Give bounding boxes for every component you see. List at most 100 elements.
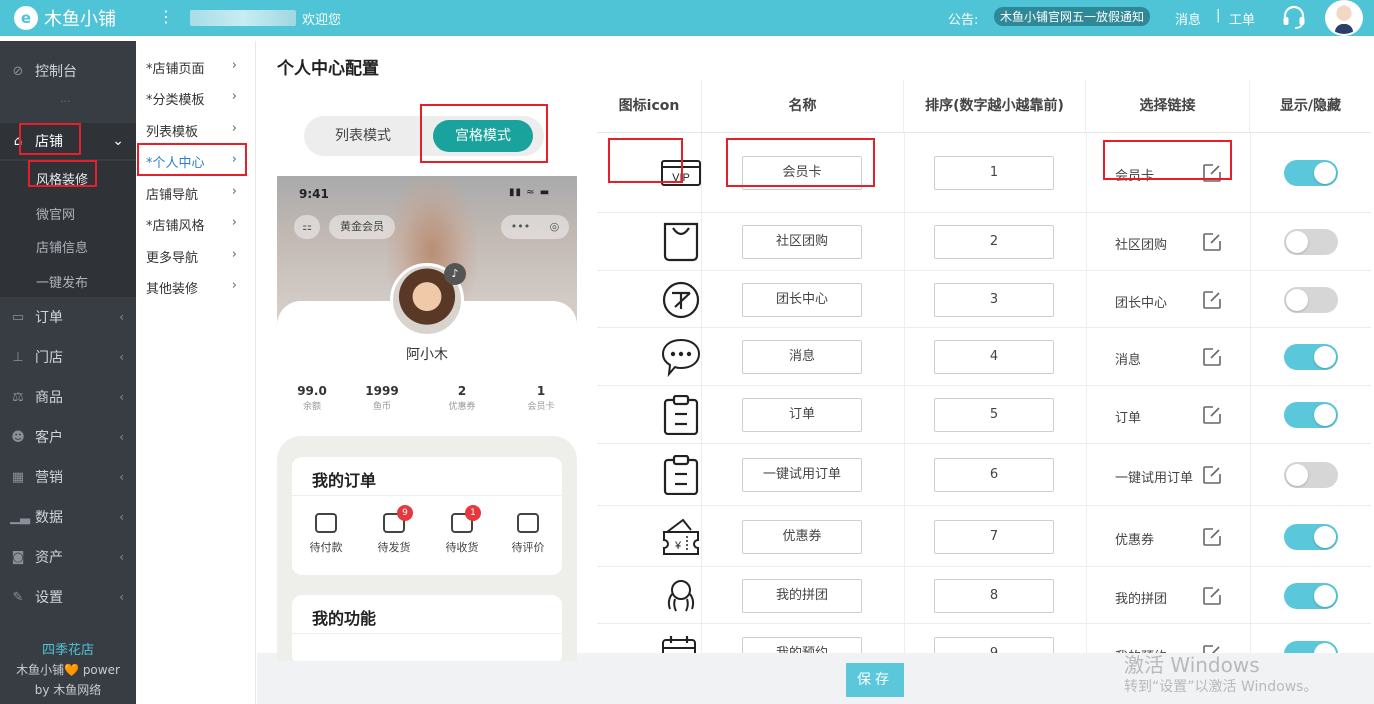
calendar-icon[interactable]: [629, 634, 696, 653]
name-input[interactable]: 一键试用订单: [742, 458, 862, 492]
my-orders-title: 我的订单: [312, 471, 377, 490]
subnav-item-list-template[interactable]: 列表模板 ›: [146, 121, 251, 140]
qrcode-icon[interactable]: ⚏: [294, 215, 320, 239]
brand-logo[interactable]: e 木鱼小铺: [14, 5, 116, 31]
user-avatar[interactable]: [1325, 0, 1363, 36]
edit-link-icon[interactable]: [1202, 232, 1222, 256]
group-icon[interactable]: [629, 575, 695, 615]
my-functions-card: 我的功能: [292, 595, 562, 661]
visibility-toggle[interactable]: [1284, 462, 1338, 488]
menu-toggle-icon[interactable]: ⋮: [158, 8, 174, 26]
power-text: 木鱼小铺🧡 power: [16, 663, 120, 677]
subnav-item-category[interactable]: *分类模板 ›: [146, 89, 251, 108]
sort-input[interactable]: 9: [934, 637, 1054, 653]
stat-member-card[interactable]: 1 会员卡: [506, 384, 576, 412]
sidebar-item-settings[interactable]: ✎ 设置 ‹: [0, 579, 136, 615]
name-input[interactable]: 订单: [742, 398, 862, 432]
table-row: VIP 会员卡 1 会员卡: [597, 133, 1371, 213]
visibility-toggle[interactable]: [1284, 523, 1338, 550]
edit-link-icon[interactable]: [1202, 290, 1222, 314]
name-input[interactable]: 我的拼团: [742, 578, 862, 613]
shop-name: 四季花店: [41, 643, 94, 658]
header-link: 选择链接: [1086, 80, 1250, 133]
icon-cell: [597, 213, 702, 270]
activation-watermark-text: 转到“设置”以激活 Windows。: [1124, 679, 1318, 695]
tickets-link[interactable]: 工单: [1229, 9, 1255, 28]
stat-coupons[interactable]: 2 优惠券: [427, 384, 497, 412]
sidebar-sub-microsite[interactable]: 微官网: [36, 204, 75, 223]
sidebar-item-customers[interactable]: ☻ 客户 ‹: [0, 419, 136, 455]
profile-stats: 99.0 余额 1999 鱼币 2 优惠券 1 会员卡: [277, 384, 577, 420]
edit-link-icon[interactable]: [1202, 405, 1222, 429]
coupon-icon[interactable]: ¥: [629, 516, 699, 556]
edit-link-icon[interactable]: [1202, 527, 1222, 551]
toggle-knob: [1286, 288, 1308, 311]
bag-icon[interactable]: [629, 222, 699, 262]
sidebar-sub-store-info[interactable]: 店铺信息: [36, 237, 88, 256]
chat-icon[interactable]: [629, 337, 701, 377]
sort-input[interactable]: 3: [934, 282, 1054, 317]
name-input[interactable]: 社区团购: [742, 225, 862, 259]
table-row: 一键试用订单 6 一键试用订单: [597, 444, 1371, 506]
subnav-item-style[interactable]: *店铺风格 ›: [146, 215, 251, 234]
notice-label: 公告:: [948, 13, 979, 28]
sidebar-item-products[interactable]: ⚖ 商品 ‹: [0, 379, 136, 415]
order-pending-review[interactable]: 待评价: [496, 513, 560, 555]
sort-input[interactable]: 6: [934, 458, 1054, 492]
visibility-toggle[interactable]: [1284, 641, 1338, 653]
subnav-item-other[interactable]: 其他装修 ›: [146, 278, 251, 297]
messages-link[interactable]: 消息: [1175, 9, 1201, 28]
visibility-toggle[interactable]: [1284, 344, 1338, 370]
visibility-toggle[interactable]: [1284, 160, 1338, 186]
sidebar-item-assets[interactable]: ◙ 资产 ‹: [0, 539, 136, 575]
edit-link-icon[interactable]: [1202, 586, 1222, 610]
stat-balance[interactable]: 99.0 余额: [277, 384, 347, 412]
stat-coins[interactable]: 1999 鱼币: [347, 384, 417, 412]
visibility-toggle[interactable]: [1284, 402, 1338, 428]
subnav-item-more-nav[interactable]: 更多导航 ›: [146, 247, 251, 266]
subnav-label: 其他装修: [146, 282, 199, 297]
sidebar-sub-publish[interactable]: 一键发布: [36, 272, 88, 291]
phone-preview: 9:41 ▮▮ ≈ ▬ ⚏ 黄金会员 ••• ◎ ♪ 阿小木 99.0 余额 199…: [277, 176, 577, 661]
save-button[interactable]: 保存: [846, 663, 904, 697]
leader-icon[interactable]: [629, 279, 700, 319]
clipboard-icon[interactable]: [629, 394, 699, 435]
subnav-label: 更多导航: [146, 251, 199, 266]
sort-input[interactable]: 4: [934, 340, 1054, 374]
visibility-toggle[interactable]: [1284, 582, 1338, 609]
headset-icon[interactable]: [1281, 4, 1307, 30]
chevron-right-icon: ›: [231, 278, 237, 293]
notice-link[interactable]: 木鱼小铺官网五一放假通知: [994, 7, 1151, 26]
edit-link-icon[interactable]: [1202, 465, 1222, 489]
clipboard-icon[interactable]: [629, 454, 699, 495]
edit-link-icon[interactable]: [1202, 347, 1222, 371]
sort-input[interactable]: 7: [934, 519, 1054, 554]
sort-input[interactable]: 2: [934, 225, 1054, 259]
name-input[interactable]: 团长中心: [742, 282, 862, 317]
sidebar-item-orders[interactable]: ▭ 订单 ‹: [0, 299, 136, 335]
subnav-item-navigation[interactable]: 店铺导航 ›: [146, 184, 251, 203]
order-pending-ship[interactable]: 9 待发货: [362, 505, 426, 555]
sort-input[interactable]: 8: [934, 578, 1054, 613]
bell-icon[interactable]: ♪: [444, 263, 466, 285]
name-input[interactable]: 我的预约: [742, 637, 862, 653]
visibility-toggle[interactable]: [1284, 229, 1338, 255]
stat-value: 99.0: [297, 384, 327, 398]
sidebar-item-stores[interactable]: ⊥ 门店 ‹: [0, 339, 136, 375]
blurred-username: [190, 10, 296, 26]
table-row: 社区团购 2 社区团购: [597, 213, 1371, 271]
mini-program-capsule[interactable]: ••• ◎: [501, 215, 569, 239]
order-pending-receive[interactable]: 1 待收货: [430, 505, 494, 555]
order-pending-payment[interactable]: 待付款: [294, 513, 358, 555]
sidebar-item-marketing[interactable]: ▦ 营销 ‹: [0, 459, 136, 495]
sort-input[interactable]: 1: [934, 156, 1054, 190]
visibility-toggle[interactable]: [1284, 286, 1338, 313]
subnav-item-store-page[interactable]: *店铺页面 ›: [146, 58, 251, 77]
name-input[interactable]: 优惠券: [742, 519, 862, 554]
sidebar-item-dashboard[interactable]: ⊘ 控制台: [0, 53, 136, 89]
column-divider: [1086, 624, 1087, 653]
sort-input[interactable]: 5: [934, 398, 1054, 432]
list-mode-button[interactable]: 列表模式: [304, 116, 422, 156]
name-input[interactable]: 消息: [742, 340, 862, 374]
sidebar-item-data[interactable]: ▁▃ 数据 ‹: [0, 499, 136, 535]
